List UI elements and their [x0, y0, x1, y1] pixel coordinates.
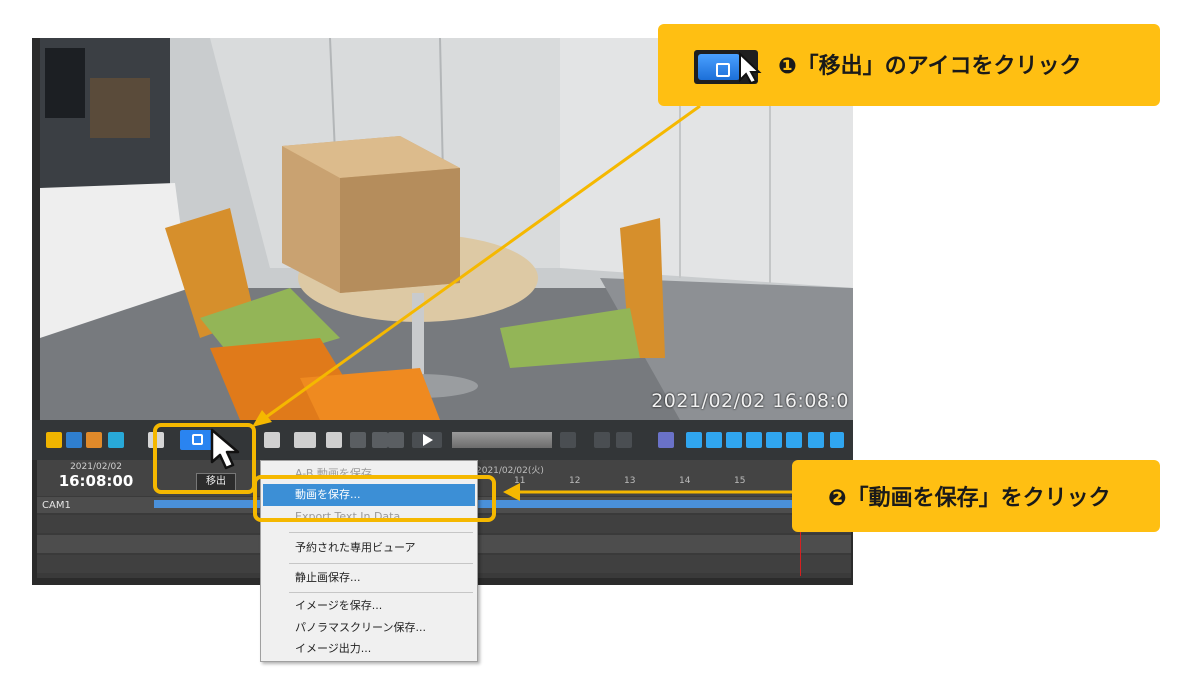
arrow-head-step1 [252, 410, 272, 427]
export-button-icon [694, 50, 762, 84]
callout-step1: ❶「移出」のアイコをクリック [658, 24, 1160, 106]
callout-step2-text: ❷「動画を保存」をクリック [828, 486, 1111, 511]
callout-step1-text: ❶「移出」のアイコをクリック [778, 54, 1082, 79]
connector-line-step1 [261, 104, 701, 422]
callout-step2: ❷「動画を保存」をクリック [792, 460, 1160, 532]
arrow-head-step2 [503, 483, 520, 501]
